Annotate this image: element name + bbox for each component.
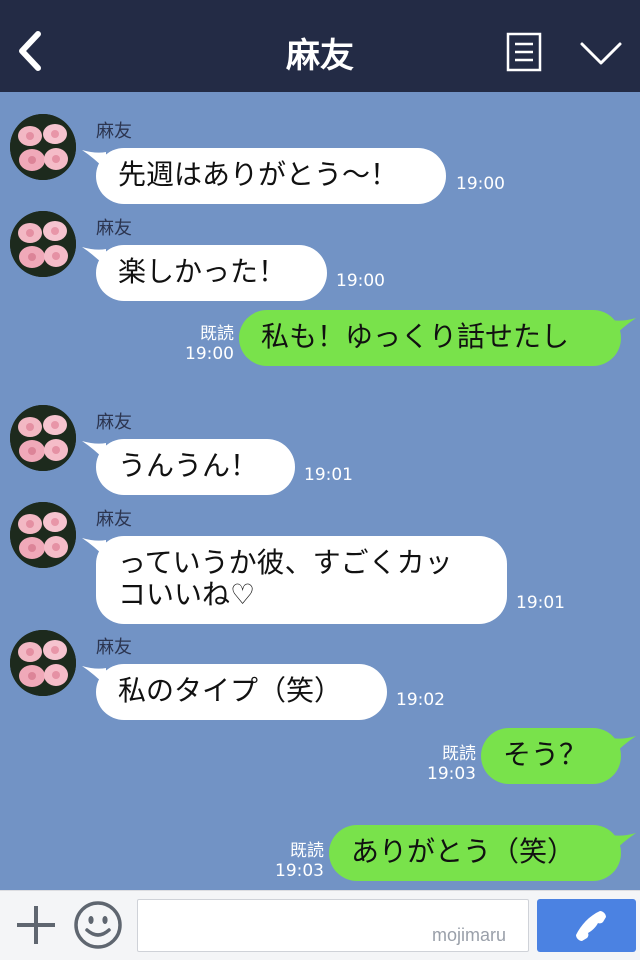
message-time: 19:00 <box>185 344 234 364</box>
message-time: 19:03 <box>427 764 476 784</box>
message-bubble[interactable]: 先週はありがとう～！ <box>96 148 446 204</box>
sender-name: 麻友 <box>96 412 132 433</box>
read-receipt: 既読 19:03 <box>260 841 324 881</box>
message-text: 先週はありがとう～！ <box>118 158 399 191</box>
watermark-text: mojimaru <box>432 925 507 945</box>
message-text: 楽しかった！ <box>118 255 287 288</box>
message-time: 19:00 <box>456 174 505 194</box>
add-attachment-button[interactable] <box>14 903 58 947</box>
message-text: ありがとう（笑） <box>351 835 576 868</box>
read-receipt: 既読 19:00 <box>170 324 234 364</box>
phone-icon <box>576 911 606 941</box>
message-bubble[interactable]: 私のタイプ（笑） <box>96 664 387 720</box>
sender-name: 麻友 <box>96 218 132 239</box>
list-icon <box>506 32 542 72</box>
call-button[interactable] <box>537 899 636 952</box>
message-time: 19:03 <box>275 861 324 881</box>
rose-avatar-icon <box>10 502 76 568</box>
collapse-button[interactable] <box>578 36 624 70</box>
message-bubble[interactable]: っていうか彼、すごくカッ コいいね♡ <box>96 536 507 624</box>
chat-header: 麻友 <box>0 0 640 92</box>
message-time: 19:01 <box>304 465 353 485</box>
avatar[interactable] <box>10 114 76 180</box>
message-bubble[interactable]: そう？ <box>481 728 621 784</box>
sender-name: 麻友 <box>96 509 132 530</box>
sender-name: 麻友 <box>96 637 132 658</box>
message-time: 19:00 <box>336 271 385 291</box>
emoji-button[interactable] <box>73 900 123 950</box>
message-text: 私のタイプ（笑） <box>118 674 343 707</box>
message-text-line: っていうか彼、すごくカッ <box>118 546 453 579</box>
avatar[interactable] <box>10 405 76 471</box>
message-text: そう？ <box>503 738 588 771</box>
message-time: 19:02 <box>396 690 445 710</box>
sender-name: 麻友 <box>96 121 132 142</box>
message-bubble[interactable]: 楽しかった！ <box>96 245 327 301</box>
rose-avatar-icon <box>10 114 76 180</box>
message-text: 私も！ゆっくり話せたし <box>261 320 570 353</box>
menu-button[interactable] <box>506 32 542 72</box>
avatar[interactable] <box>10 502 76 568</box>
read-receipt: 既読 19:03 <box>412 744 476 784</box>
smiley-icon <box>74 901 122 949</box>
input-bar: mojimaru <box>0 890 640 960</box>
message-bubble[interactable]: 私も！ゆっくり話せたし <box>239 310 621 366</box>
avatar[interactable] <box>10 211 76 277</box>
chat-title: 麻友 <box>286 36 354 76</box>
chevron-down-icon <box>580 42 622 65</box>
read-label: 既読 <box>200 324 234 344</box>
message-text: うんうん！ <box>118 449 259 482</box>
rose-avatar-icon <box>10 405 76 471</box>
rose-avatar-icon <box>10 630 76 696</box>
chat-area[interactable]: 麻友 先週はありがとう～！ 19:00 麻友 楽しかった！ 19:00 既読 1… <box>0 92 640 890</box>
message-text-line: コいいね♡ <box>118 578 256 611</box>
rose-avatar-icon <box>10 211 76 277</box>
read-label: 既読 <box>290 841 324 861</box>
plus-icon <box>17 906 55 944</box>
message-time: 19:01 <box>516 593 565 613</box>
message-bubble[interactable]: ありがとう（笑） <box>329 825 621 881</box>
message-bubble[interactable]: うんうん！ <box>96 439 295 495</box>
read-label: 既読 <box>442 744 476 764</box>
avatar[interactable] <box>10 630 76 696</box>
